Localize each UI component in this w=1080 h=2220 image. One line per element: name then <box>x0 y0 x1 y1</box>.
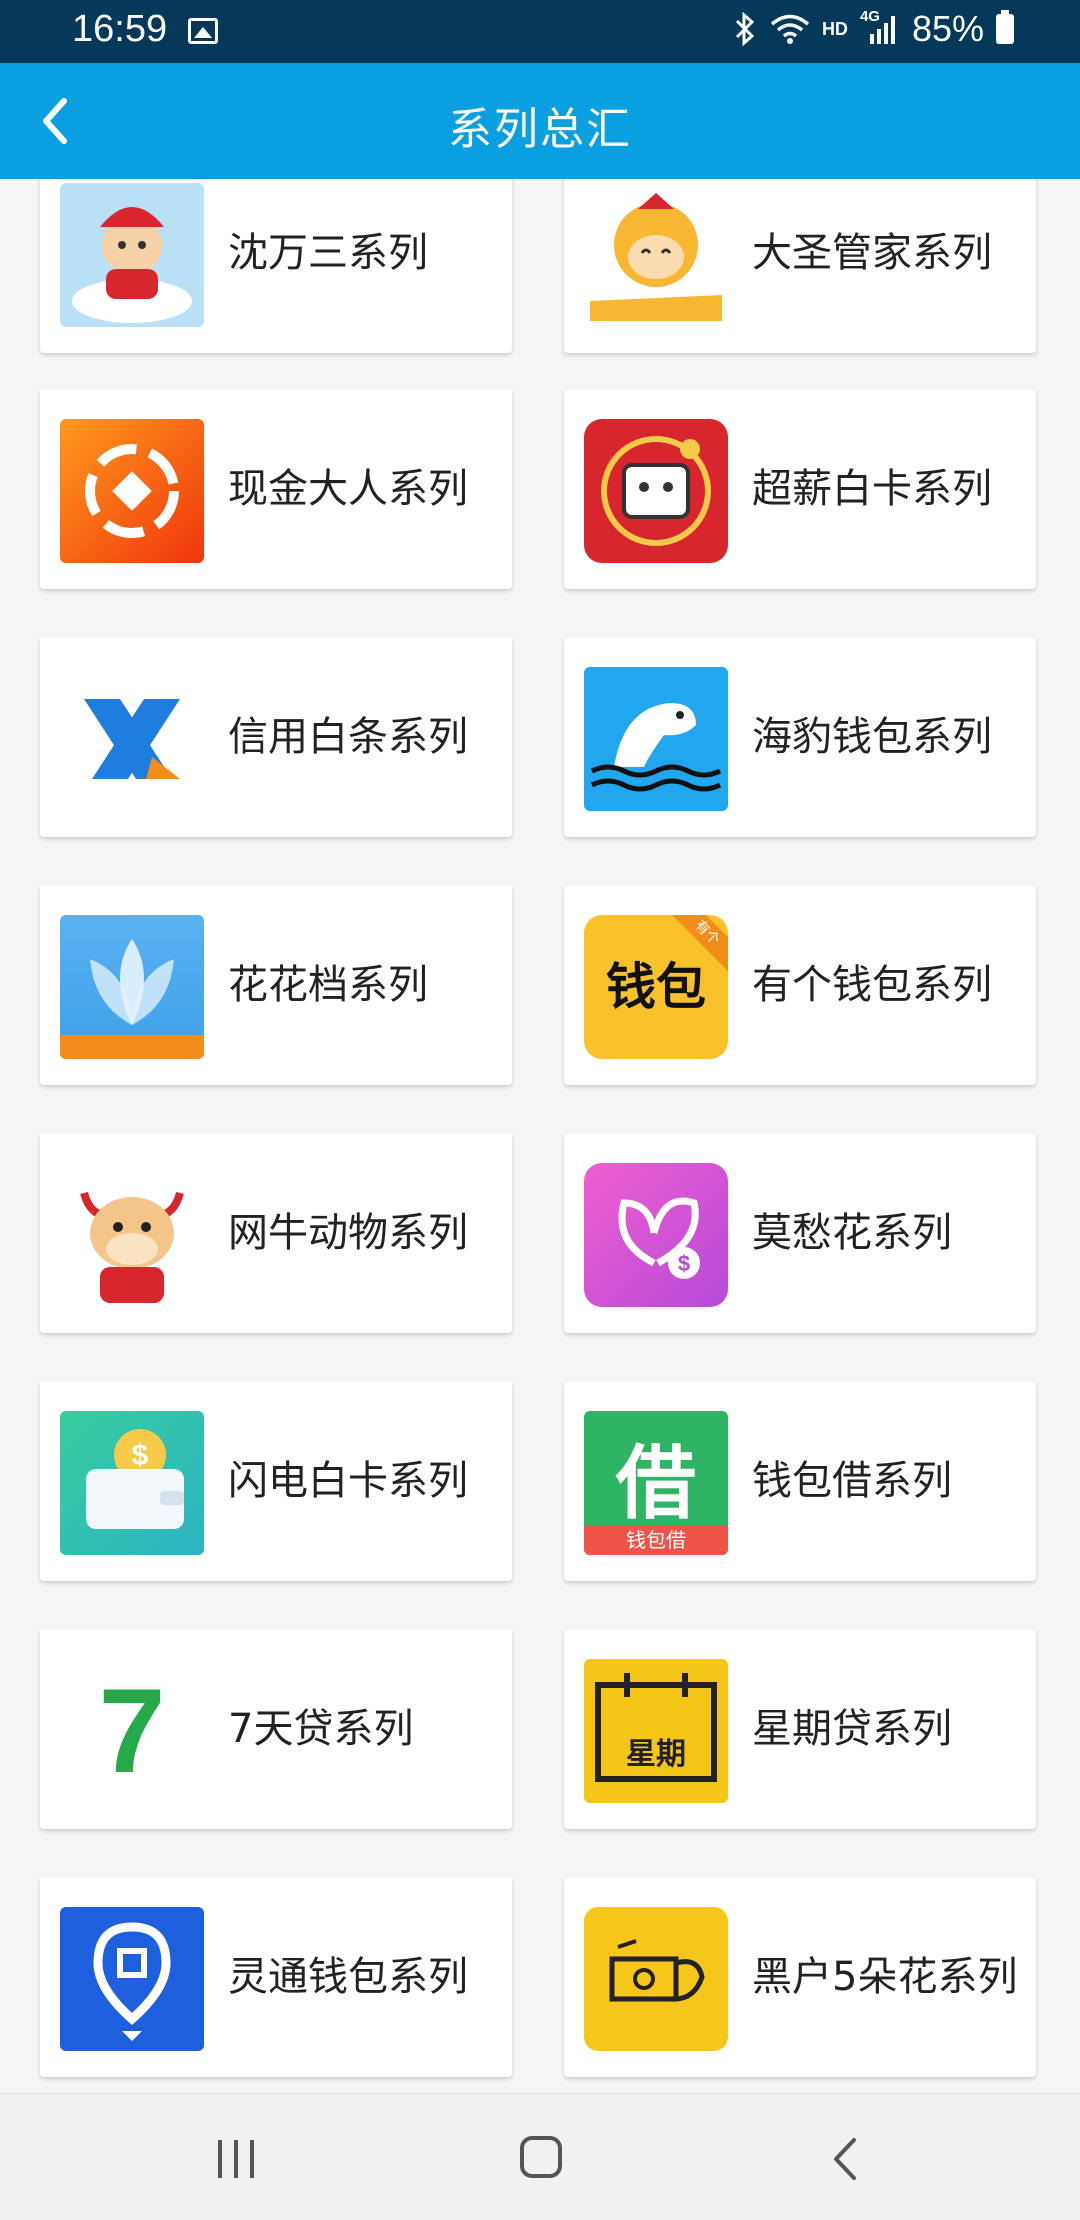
battery-percent: 85% <box>911 8 984 49</box>
series-label: 黑户5朵花系列 <box>752 1954 1018 2000</box>
series-card-dasheng[interactable]: 大圣管家系列 <box>564 179 1036 353</box>
network-hd-label: HD <box>821 18 848 39</box>
dasheng-guanjia-icon <box>584 183 728 327</box>
location-pin-icon <box>60 1907 204 2051</box>
status-indicators: HD 4G 85% <box>732 8 1014 50</box>
youge-wallet-icon: 钱包 有个 <box>584 915 728 1059</box>
xianjin-daren-icon <box>60 419 204 563</box>
nav-back-button[interactable] <box>826 2134 866 2184</box>
recents-button[interactable] <box>218 2140 258 2178</box>
series-label: 沈万三系列 <box>228 230 428 276</box>
series-card-chaoxin[interactable]: 超薪白卡系列 <box>564 389 1036 589</box>
series-grid[interactable]: 沈万三系列 大圣管家系列 现金大人系列 超薪白卡系列 信用白条系列 海豹钱包系列… <box>0 179 1080 2093</box>
money-hand-icon <box>584 1907 728 2051</box>
series-label: 有个钱包系列 <box>752 962 992 1008</box>
status-bar: 16:59 HD 4G 85% <box>0 0 1080 63</box>
huahuadang-icon <box>60 915 204 1059</box>
svg-text:$: $ <box>132 1439 149 1472</box>
series-label: 花花档系列 <box>228 962 428 1008</box>
series-card-huahuadang[interactable]: 花花档系列 <box>40 885 512 1085</box>
series-label: 超薪白卡系列 <box>752 466 992 512</box>
series-card-shenwansan[interactable]: 沈万三系列 <box>40 179 512 353</box>
chaoxin-baika-icon <box>584 419 728 563</box>
series-card-mochou[interactable]: $ 莫愁花系列 <box>564 1133 1036 1333</box>
svg-text:$: $ <box>678 1251 690 1276</box>
series-label: 星期贷系列 <box>752 1706 952 1752</box>
image-notification-icon <box>188 18 218 44</box>
series-card-heihu[interactable]: 黑户5朵花系列 <box>564 1877 1036 2077</box>
back-icon <box>834 2138 856 2180</box>
series-card-xinyong[interactable]: 信用白条系列 <box>40 637 512 837</box>
series-card-youge[interactable]: 钱包 有个 有个钱包系列 <box>564 885 1036 1085</box>
series-label: 莫愁花系列 <box>752 1210 952 1256</box>
signal-icon <box>869 16 895 44</box>
battery-icon <box>996 10 1014 44</box>
series-card-lingtong[interactable]: 灵通钱包系列 <box>40 1877 512 2077</box>
series-label: 钱包借系列 <box>752 1458 952 1504</box>
status-time: 16:59 <box>72 8 168 50</box>
app-bar: 系列总汇 <box>0 63 1080 179</box>
series-card-haibao[interactable]: 海豹钱包系列 <box>564 637 1036 837</box>
icon-char: 7 <box>98 1664 166 1798</box>
series-label: 现金大人系列 <box>228 466 468 512</box>
icon-char: 借 <box>616 1437 696 1530</box>
series-label: 信用白条系列 <box>228 714 468 760</box>
system-nav-bar <box>0 2093 1080 2220</box>
cell-signal: 4G <box>860 8 900 46</box>
seven-days-icon: 7 <box>60 1659 204 1803</box>
series-card-qitiandai[interactable]: 7 7天贷系列 <box>40 1629 512 1829</box>
series-label: 大圣管家系列 <box>752 230 992 276</box>
wifi-icon <box>770 14 810 44</box>
mochou-flower-icon: $ <box>584 1163 728 1307</box>
xinyong-baitiao-icon <box>60 667 204 811</box>
home-button[interactable] <box>520 2136 562 2178</box>
series-card-shandian[interactable]: $ 闪电白卡系列 <box>40 1381 512 1581</box>
series-label: 海豹钱包系列 <box>752 714 992 760</box>
cow-icon <box>60 1163 204 1307</box>
calendar-icon: 星期 <box>584 1659 728 1803</box>
series-card-xianjin[interactable]: 现金大人系列 <box>40 389 512 589</box>
series-card-wangniu[interactable]: 网牛动物系列 <box>40 1133 512 1333</box>
icon-subtitle: 钱包借 <box>584 1525 728 1555</box>
series-label: 网牛动物系列 <box>228 1210 468 1256</box>
series-label: 7天贷系列 <box>228 1706 414 1752</box>
page-title: 系列总汇 <box>448 104 632 155</box>
seal-wallet-icon <box>584 667 728 811</box>
qianbaojie-icon: 借 钱包借 <box>584 1411 728 1555</box>
series-label: 灵通钱包系列 <box>228 1954 468 2000</box>
series-card-qianbaojie[interactable]: 借 钱包借 钱包借系列 <box>564 1381 1036 1581</box>
wallet-coin-icon: $ <box>60 1411 204 1555</box>
bluetooth-icon <box>735 12 755 46</box>
series-card-xingqidai[interactable]: 星期 星期贷系列 <box>564 1629 1036 1829</box>
series-label: 闪电白卡系列 <box>228 1458 468 1504</box>
icon-char: 星期 <box>626 1737 686 1772</box>
shen-wansan-icon <box>60 183 204 327</box>
